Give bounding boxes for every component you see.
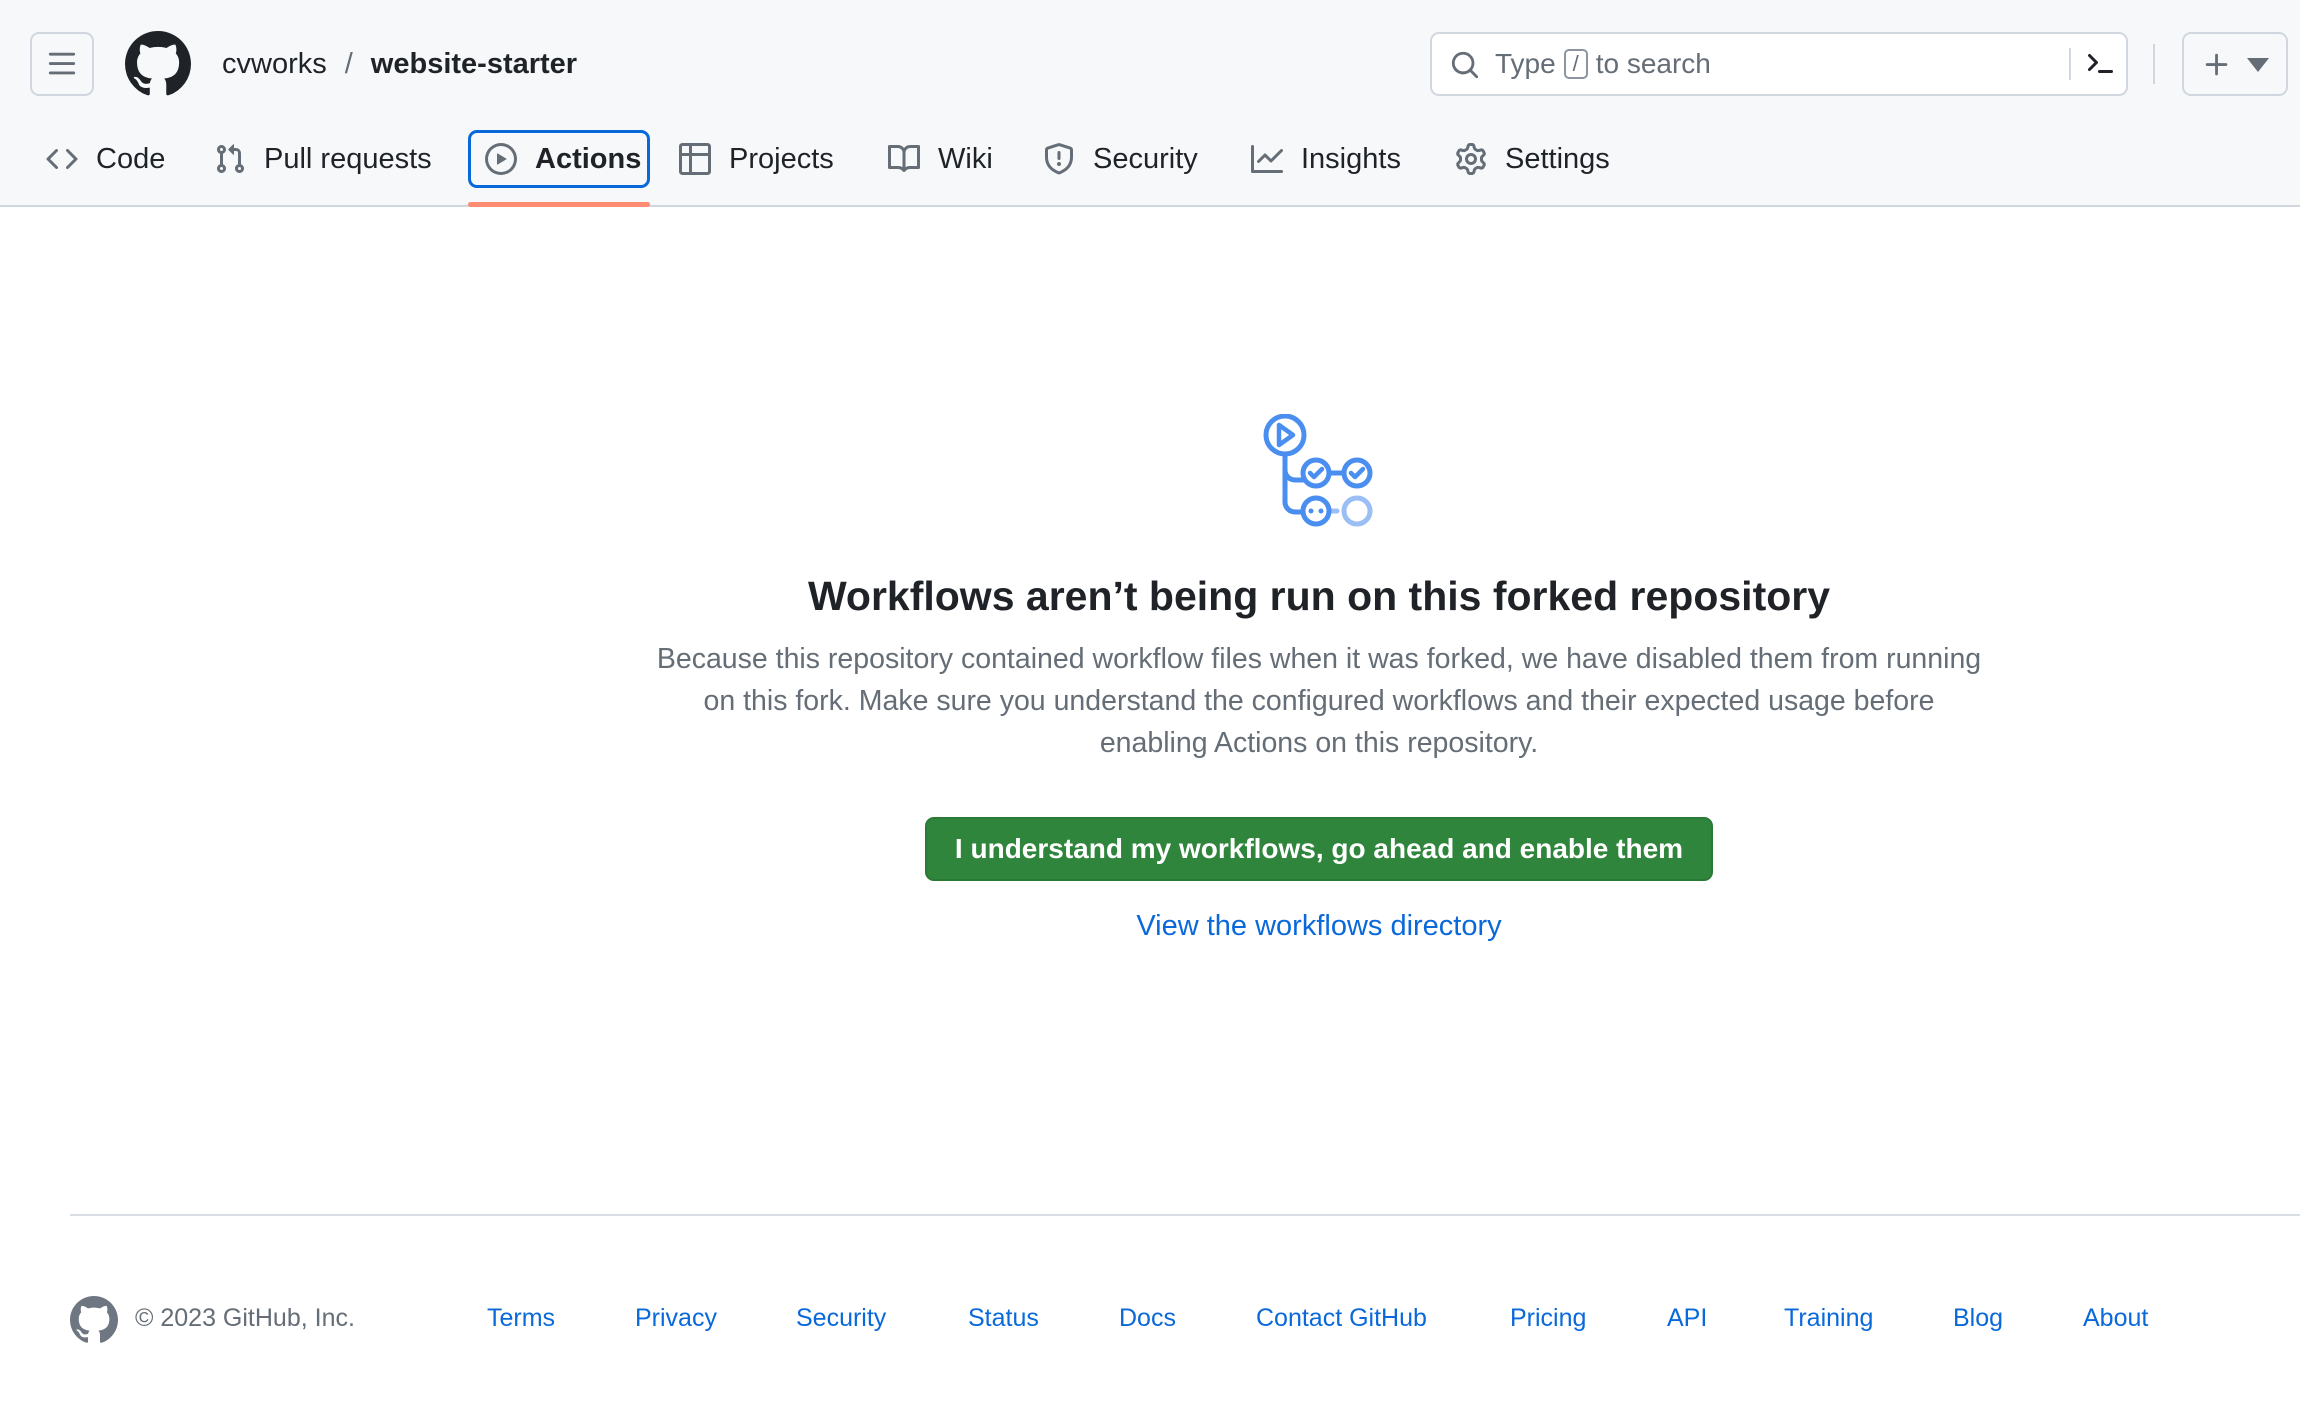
git-pull-request-icon (216, 144, 245, 174)
tab-settings[interactable]: Settings (1441, 130, 1624, 188)
chevron-down-icon (2247, 58, 2269, 72)
footer-link-contact[interactable]: Contact GitHub (1256, 1304, 1427, 1333)
description-line: enabling Actions on this repository. (1099, 727, 1539, 759)
breadcrumb-separator: / (344, 47, 353, 80)
tab-pull-requests[interactable]: Pull requests (200, 130, 446, 188)
search-icon (1451, 51, 1479, 79)
tab-projects[interactable]: Projects (665, 130, 848, 188)
repo-owner-link[interactable]: cvworks (222, 48, 327, 81)
search-divider (2069, 48, 2071, 80)
page-title: Workflows aren’t being run on this forke… (807, 573, 1831, 619)
command-palette-icon[interactable] (2084, 48, 2116, 80)
footer-link-about[interactable]: About (2083, 1304, 2148, 1333)
code-icon (46, 148, 78, 170)
graph-icon (1251, 145, 1283, 173)
tab-security[interactable]: Security (1029, 130, 1212, 188)
enable-workflows-button[interactable]: I understand my workflows, go ahead and … (925, 817, 1713, 881)
description-line: on this fork. Make sure you understand t… (703, 685, 1935, 717)
app-header: cvworks / website-starter Type / to sear… (0, 0, 2300, 207)
workflow-graph-icon (1263, 414, 1373, 527)
search-placeholder-suffix: to search (1595, 48, 1711, 79)
search-input[interactable]: Type / to search (1430, 32, 2128, 96)
menu-button[interactable] (30, 32, 94, 96)
footer-link-security[interactable]: Security (796, 1304, 886, 1333)
tab-label: Security (1093, 142, 1198, 175)
tab-label: Settings (1505, 142, 1610, 175)
active-tab-underline (468, 202, 650, 207)
book-icon (888, 144, 920, 172)
description-line: Because this repository contained workfl… (656, 643, 1982, 675)
footer-link-blog[interactable]: Blog (1953, 1304, 2003, 1333)
blankslate-description: Because this repository contained workfl… (630, 638, 2008, 764)
header-divider (2153, 44, 2155, 84)
view-workflows-directory-link[interactable]: View the workflows directory (900, 910, 1738, 943)
search-placeholder: Type / to search (1495, 34, 1711, 94)
footer-copyright: © 2023 GitHub, Inc. (135, 1304, 355, 1332)
search-shortcut-key: / (1563, 49, 1588, 79)
repo-name-link[interactable]: website-starter (371, 48, 577, 81)
create-new-button[interactable] (2182, 32, 2288, 96)
breadcrumb: cvworks / website-starter (222, 44, 577, 84)
tab-wiki[interactable]: Wiki (874, 130, 1007, 188)
footer-link-api[interactable]: API (1667, 1304, 1707, 1333)
footer-divider (70, 1214, 2300, 1216)
tab-label: Wiki (938, 142, 993, 175)
footer-link-status[interactable]: Status (968, 1304, 1039, 1333)
plus-icon (2205, 53, 2228, 76)
tab-label: Insights (1301, 142, 1401, 175)
footer-link-docs[interactable]: Docs (1119, 1304, 1176, 1333)
footer-link-privacy[interactable]: Privacy (635, 1304, 717, 1333)
footer-link-training[interactable]: Training (1784, 1304, 1873, 1333)
shield-icon (1045, 143, 1073, 175)
play-icon (485, 143, 517, 175)
tab-label: Pull requests (264, 142, 432, 175)
github-logo-icon[interactable] (125, 31, 191, 97)
gear-icon (1456, 143, 1486, 175)
tab-label: Projects (729, 142, 834, 175)
search-placeholder-prefix: Type (1495, 48, 1556, 79)
tab-label: Code (96, 142, 166, 175)
tab-code[interactable]: Code (32, 130, 179, 188)
github-logo-icon[interactable] (70, 1296, 118, 1344)
tab-insights[interactable]: Insights (1237, 130, 1415, 188)
footer-link-pricing[interactable]: Pricing (1510, 1304, 1586, 1333)
footer-link-terms[interactable]: Terms (487, 1304, 555, 1333)
tab-label: Actions (535, 142, 642, 175)
table-icon (679, 143, 711, 175)
hamburger-icon (48, 52, 76, 75)
tab-actions[interactable]: Actions (468, 130, 650, 188)
